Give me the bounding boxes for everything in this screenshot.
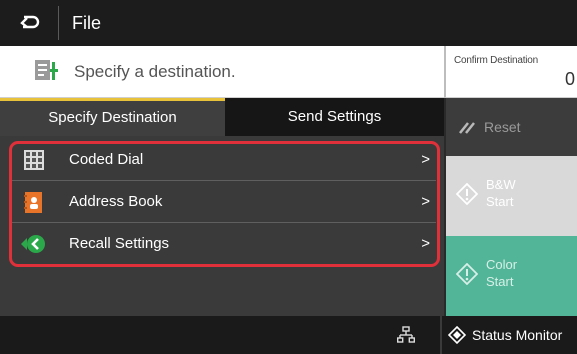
- chevron-right-icon: >: [421, 151, 430, 168]
- tab-specify-destination[interactable]: Specify Destination: [0, 98, 225, 136]
- title-divider: [58, 6, 59, 40]
- coded-dial-icon: [24, 150, 44, 170]
- color-start-line2: Start: [486, 274, 514, 289]
- document-destination-icon: [34, 58, 60, 89]
- confirm-destination-button[interactable]: Confirm Destination 0: [444, 46, 577, 98]
- recall-settings-label: Recall Settings: [69, 235, 170, 252]
- back-button[interactable]: [0, 0, 58, 46]
- status-monitor-icon: [448, 326, 466, 344]
- address-book-icon: [24, 192, 44, 213]
- status-divider: [440, 316, 442, 354]
- reset-label: Reset: [484, 119, 521, 135]
- list-item-coded-dial[interactable]: Coded Dial >: [12, 141, 436, 179]
- list-divider: [12, 222, 436, 223]
- start-diamond-icon: [455, 182, 479, 206]
- confirm-destination-label: Confirm Destination: [454, 55, 539, 66]
- color-start-button[interactable]: Color Start: [444, 236, 577, 316]
- start-diamond-icon: [455, 262, 479, 286]
- list-item-recall-settings[interactable]: Recall Settings >: [12, 225, 436, 263]
- destination-prompt: Specify a destination.: [74, 62, 236, 81]
- title-bar: File: [0, 0, 577, 46]
- tab-bar: Specify Destination Send Settings: [0, 98, 444, 136]
- list-item-address-book[interactable]: Address Book >: [12, 183, 436, 221]
- status-monitor-button[interactable]: Status Monitor: [448, 316, 562, 354]
- back-arrow-icon: [20, 15, 40, 29]
- chevron-right-icon: >: [421, 193, 430, 210]
- status-bar: Status Monitor: [0, 316, 577, 354]
- bw-start-label: B&W Start: [486, 176, 516, 210]
- bw-start-line1: B&W: [486, 177, 516, 192]
- coded-dial-label: Coded Dial: [69, 151, 144, 168]
- page-title: File: [72, 13, 102, 33]
- tab-send-settings[interactable]: Send Settings: [225, 98, 444, 136]
- chevron-right-icon: >: [421, 235, 430, 252]
- network-icon: [396, 326, 416, 349]
- address-book-label: Address Book: [69, 193, 163, 210]
- bw-start-line2: Start: [486, 194, 514, 209]
- color-start-line1: Color: [486, 257, 518, 272]
- bw-start-button[interactable]: B&W Start: [444, 156, 577, 236]
- destination-count: 0: [564, 69, 575, 89]
- reset-icon: [458, 119, 476, 139]
- status-monitor-label: Status Monitor: [472, 327, 563, 343]
- destination-bar: Specify a destination.: [0, 46, 444, 98]
- list-divider: [12, 180, 436, 181]
- reset-button[interactable]: Reset: [444, 98, 577, 156]
- color-start-label: Color Start: [486, 256, 517, 290]
- recall-settings-icon: [20, 234, 46, 254]
